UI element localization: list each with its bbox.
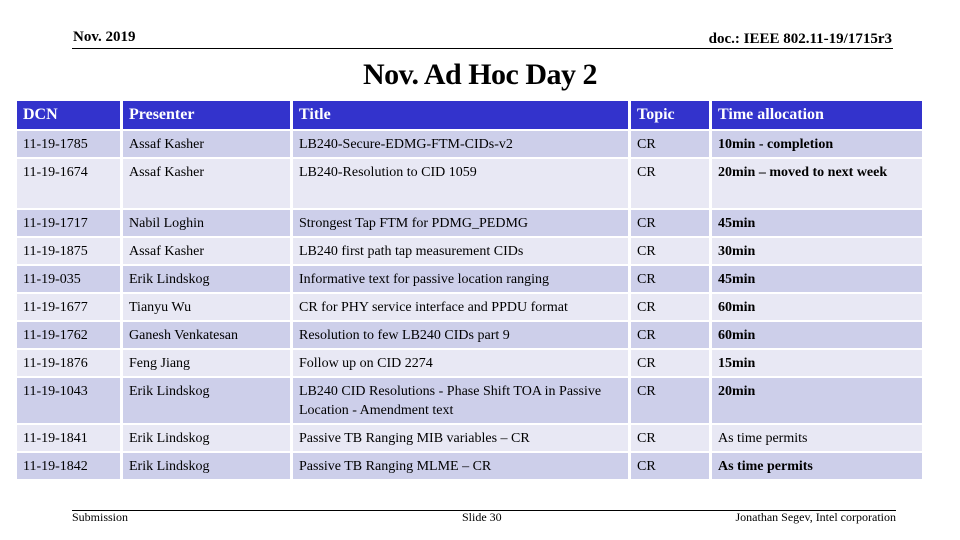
cell-title: LB240 first path tap measurement CIDs xyxy=(293,238,628,264)
agenda-table: DCN Presenter Title Topic Time allocatio… xyxy=(14,99,925,481)
cell-title: CR for PHY service interface and PPDU fo… xyxy=(293,294,628,320)
cell-presenter: Assaf Kasher xyxy=(123,159,290,208)
cell-dcn: 11-19-1762 xyxy=(17,322,120,348)
cell-presenter: Ganesh Venkatesan xyxy=(123,322,290,348)
table-row: 11-19-1674 Assaf Kasher LB240-Resolution… xyxy=(17,159,922,208)
cell-presenter: Erik Lindskog xyxy=(123,378,290,423)
cell-title: Passive TB Ranging MLME – CR xyxy=(293,453,628,479)
cell-topic: CR xyxy=(631,350,709,376)
cell-title: Follow up on CID 2274 xyxy=(293,350,628,376)
table-row: 11-19-1677 Tianyu Wu CR for PHY service … xyxy=(17,294,922,320)
cell-dcn: 11-19-1717 xyxy=(17,210,120,236)
cell-topic: CR xyxy=(631,131,709,157)
cell-time: As time permits xyxy=(712,425,922,451)
table-row: 11-19-1841 Erik Lindskog Passive TB Rang… xyxy=(17,425,922,451)
cell-time: As time permits xyxy=(712,453,922,479)
cell-presenter: Erik Lindskog xyxy=(123,425,290,451)
column-header-title: Title xyxy=(293,101,628,129)
cell-presenter: Assaf Kasher xyxy=(123,238,290,264)
cell-dcn: 11-19-1043 xyxy=(17,378,120,423)
cell-time: 45min xyxy=(712,210,922,236)
table-row: 11-19-1876 Feng Jiang Follow up on CID 2… xyxy=(17,350,922,376)
cell-presenter: Nabil Loghin xyxy=(123,210,290,236)
table-row: 11-19-1717 Nabil Loghin Strongest Tap FT… xyxy=(17,210,922,236)
cell-time: 45min xyxy=(712,266,922,292)
cell-title: Strongest Tap FTM for PDMG_PEDMG xyxy=(293,210,628,236)
header-divider xyxy=(72,48,893,49)
cell-topic: CR xyxy=(631,322,709,348)
cell-time: 20min xyxy=(712,378,922,423)
footer-slide-number: Slide 30 xyxy=(462,510,502,524)
table-row: 11-19-1842 Erik Lindskog Passive TB Rang… xyxy=(17,453,922,479)
cell-topic: CR xyxy=(631,378,709,423)
table-row: 11-19-1875 Assaf Kasher LB240 first path… xyxy=(17,238,922,264)
cell-topic: CR xyxy=(631,159,709,208)
cell-title: LB240 CID Resolutions - Phase Shift TOA … xyxy=(293,378,628,423)
cell-topic: CR xyxy=(631,425,709,451)
cell-time: 60min xyxy=(712,294,922,320)
table-header-row: DCN Presenter Title Topic Time allocatio… xyxy=(17,101,922,129)
cell-time: 60min xyxy=(712,322,922,348)
cell-topic: CR xyxy=(631,453,709,479)
cell-dcn: 11-19-035 xyxy=(17,266,120,292)
cell-presenter: Feng Jiang xyxy=(123,350,290,376)
cell-presenter: Tianyu Wu xyxy=(123,294,290,320)
cell-title: Resolution to few LB240 CIDs part 9 xyxy=(293,322,628,348)
cell-dcn: 11-19-1842 xyxy=(17,453,120,479)
cell-title: Informative text for passive location ra… xyxy=(293,266,628,292)
header-doc-id: doc.: IEEE 802.11-19/1715r3 xyxy=(708,31,892,47)
footer-submission: Submission xyxy=(72,510,129,524)
cell-title: Passive TB Ranging MIB variables – CR xyxy=(293,425,628,451)
cell-dcn: 11-19-1785 xyxy=(17,131,120,157)
cell-dcn: 11-19-1841 xyxy=(17,425,120,451)
footer-author: Jonathan Segev, Intel corporation xyxy=(735,510,896,524)
column-header-topic: Topic xyxy=(631,101,709,129)
cell-title: LB240-Resolution to CID 1059 xyxy=(293,159,628,208)
table-row: 11-19-1785 Assaf Kasher LB240-Secure-EDM… xyxy=(17,131,922,157)
cell-presenter: Assaf Kasher xyxy=(123,131,290,157)
header-date: Nov. 2019 xyxy=(73,29,136,45)
cell-topic: CR xyxy=(631,238,709,264)
slide-title: Nov. Ad Hoc Day 2 xyxy=(362,58,598,91)
cell-topic: CR xyxy=(631,210,709,236)
cell-time: 10min - completion xyxy=(712,131,922,157)
cell-dcn: 11-19-1677 xyxy=(17,294,120,320)
table-row: 11-19-1762 Ganesh Venkatesan Resolution … xyxy=(17,322,922,348)
cell-dcn: 11-19-1875 xyxy=(17,238,120,264)
column-header-dcn: DCN xyxy=(17,101,120,129)
table-row: 11-19-1043 Erik Lindskog LB240 CID Resol… xyxy=(17,378,922,423)
cell-presenter: Erik Lindskog xyxy=(123,266,290,292)
cell-dcn: 11-19-1876 xyxy=(17,350,120,376)
cell-dcn: 11-19-1674 xyxy=(17,159,120,208)
cell-topic: CR xyxy=(631,294,709,320)
cell-time: 15min xyxy=(712,350,922,376)
column-header-presenter: Presenter xyxy=(123,101,290,129)
cell-presenter: Erik Lindskog xyxy=(123,453,290,479)
cell-time: 30min xyxy=(712,238,922,264)
cell-topic: CR xyxy=(631,266,709,292)
column-header-time-allocation: Time allocation xyxy=(712,101,922,129)
cell-time: 20min – moved to next week xyxy=(712,159,922,208)
cell-title: LB240-Secure-EDMG-FTM-CIDs-v2 xyxy=(293,131,628,157)
table-row: 11-19-035 Erik Lindskog Informative text… xyxy=(17,266,922,292)
